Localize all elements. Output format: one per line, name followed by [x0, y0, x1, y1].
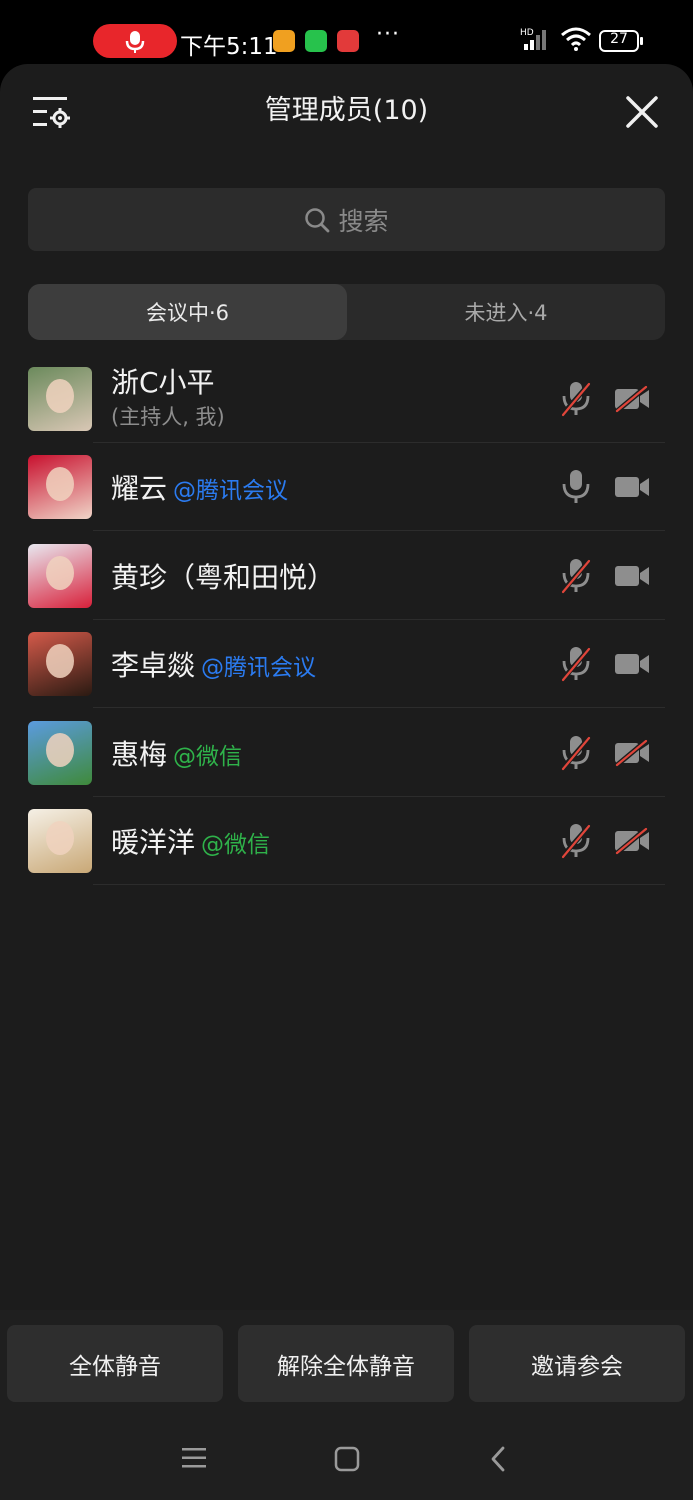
member-name: 惠梅 @微信	[111, 733, 242, 773]
battery-level: 27	[610, 31, 628, 47]
back-icon[interactable]	[488, 1445, 508, 1473]
search-icon	[305, 207, 330, 232]
member-tabs: 会议中·6 未进入·4	[28, 284, 665, 340]
tab-not-joined[interactable]: 未进入·4	[347, 284, 665, 340]
mic-muted-icon[interactable]	[561, 734, 591, 771]
page-title: 管理成员(10)	[264, 95, 429, 126]
member-row[interactable]: 李卓燚 @腾讯会议	[0, 620, 693, 709]
member-name: 李卓燚 @腾讯会议	[111, 644, 316, 684]
member-name-text: 黄珍（粤和田悦）	[111, 560, 336, 594]
unmute-all-button[interactable]: 解除全体静音	[238, 1325, 454, 1402]
member-source-tag: @微信	[173, 743, 243, 770]
system-nav-bar	[0, 1416, 693, 1500]
camera-icon[interactable]	[614, 562, 650, 590]
clock: 下午5:11	[180, 34, 278, 60]
avatar[interactable]	[28, 455, 92, 520]
avatar[interactable]	[28, 632, 92, 697]
mute-all-button[interactable]: 全体静音	[7, 1325, 223, 1402]
network-type-label: HD	[520, 28, 534, 38]
mic-muted-icon[interactable]	[561, 381, 591, 417]
member-row[interactable]: 黄珍（粤和田悦）	[0, 532, 693, 620]
member-name-text: 暖洋洋	[111, 826, 196, 859]
member-row[interactable]: 暖洋洋 @微信	[0, 797, 693, 885]
more-notifications-icon: ···	[376, 22, 400, 47]
search-input[interactable]: 搜索	[28, 188, 665, 251]
row-divider	[93, 884, 665, 885]
mic-muted-icon[interactable]	[561, 558, 591, 594]
manage-members-sheet: 管理成员(10) 搜索 会议中·6 未进入·4 浙C小平 (主持人, 我) 耀云 @腾…	[0, 64, 693, 1500]
avatar[interactable]	[28, 809, 92, 873]
mic-icon[interactable]	[561, 469, 591, 505]
member-name: 黄珍（粤和田悦）	[111, 556, 335, 596]
member-row[interactable]: 惠梅 @微信	[0, 709, 693, 797]
member-name: 暖洋洋 @微信	[111, 821, 270, 861]
mic-muted-icon[interactable]	[561, 646, 591, 682]
camera-off-icon[interactable]	[614, 827, 650, 855]
camera-icon[interactable]	[614, 650, 650, 678]
member-name-text: 惠梅	[111, 737, 168, 771]
camera-off-icon[interactable]	[614, 738, 650, 767]
tab-in-meeting[interactable]: 会议中·6	[28, 284, 347, 340]
mic-muted-icon[interactable]	[561, 823, 591, 859]
search-placeholder: 搜索	[338, 206, 389, 236]
member-source-tag: @腾讯会议	[173, 478, 289, 505]
wifi-icon	[561, 27, 591, 51]
menu-icon[interactable]	[181, 1447, 207, 1469]
avatar[interactable]	[28, 543, 92, 608]
member-name: 耀云 @腾讯会议	[111, 467, 288, 507]
recording-indicator[interactable]	[93, 24, 177, 58]
wechat-icon	[305, 30, 327, 52]
avatar[interactable]	[28, 720, 92, 785]
home-icon[interactable]	[334, 1446, 360, 1472]
member-name: 浙C小平	[111, 361, 215, 401]
microphone-icon	[125, 31, 145, 53]
member-row[interactable]: 浙C小平 (主持人, 我)	[0, 355, 693, 443]
member-row[interactable]: 耀云 @腾讯会议	[0, 443, 693, 532]
avatar[interactable]	[28, 367, 92, 431]
member-name-text: 李卓燚	[111, 649, 196, 683]
app-notification-icon	[337, 30, 359, 52]
camera-off-icon[interactable]	[614, 385, 650, 413]
app-notification-icon	[273, 30, 295, 52]
battery-icon: 27	[599, 30, 643, 52]
close-icon[interactable]	[624, 94, 660, 130]
signal-icon: HD	[520, 28, 546, 50]
member-role: (主持人, 我)	[111, 405, 225, 429]
status-bar: 下午5:11 ··· HD 27	[0, 0, 693, 64]
member-source-tag: @微信	[201, 832, 271, 858]
member-source-tag: @腾讯会议	[201, 655, 317, 682]
camera-icon[interactable]	[614, 473, 650, 501]
invite-button[interactable]: 邀请参会	[469, 1325, 685, 1402]
member-name-text: 浙C小平	[111, 366, 215, 399]
member-name-text: 耀云	[111, 472, 168, 506]
